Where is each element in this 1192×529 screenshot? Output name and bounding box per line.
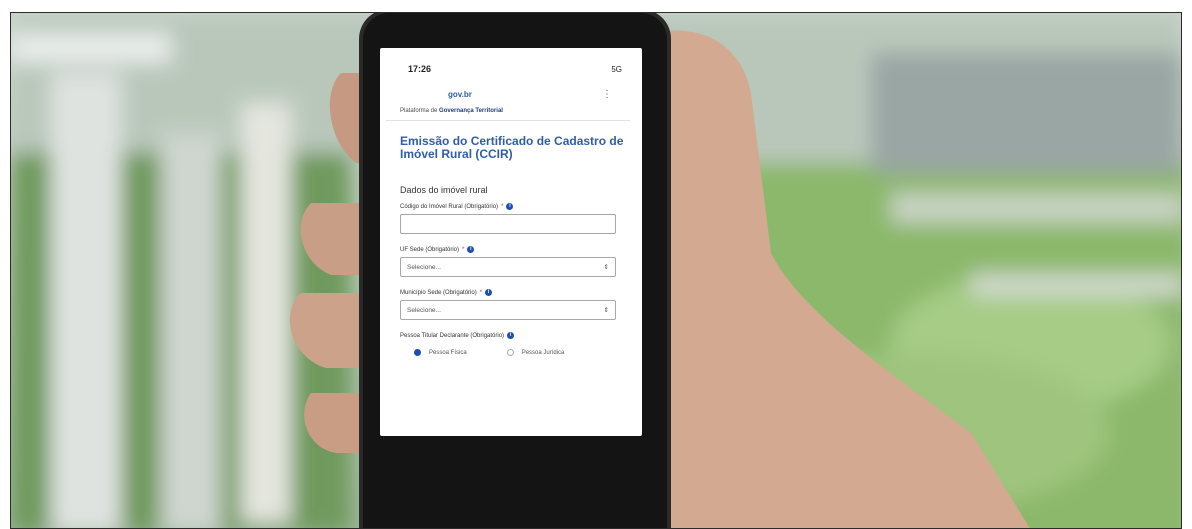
radio-label: Pessoa Jurídica <box>521 349 565 356</box>
select-arrows-icon: ⇕ <box>603 307 609 314</box>
uf-label-text: UF Sede (Obrigatório) <box>400 246 460 253</box>
signal-indicator: 5G <box>611 64 622 74</box>
codigo-input[interactable] <box>400 214 616 234</box>
radio-selected-icon[interactable] <box>414 349 421 356</box>
required-mark: * <box>501 203 504 210</box>
radio-pessoa-juridica[interactable]: Pessoa Jurídica <box>506 349 565 356</box>
section-title: Dados do imóvel rural <box>400 185 488 195</box>
pessoa-label: Pessoa Titular Declarante (Obrigatório) … <box>380 320 642 343</box>
radio-unselected-icon[interactable] <box>506 349 514 356</box>
info-icon[interactable]: i <box>485 289 493 296</box>
platform-name: Governança Territorial <box>439 108 503 114</box>
info-icon[interactable]: i <box>506 203 514 210</box>
radio-pessoa-fisica[interactable]: Pessoa Física <box>414 349 467 356</box>
codigo-label: Código do Imóvel Rural (Obrigatório) * i <box>380 195 642 214</box>
municipio-label-text: Município Sede (Obrigatório) <box>400 289 477 296</box>
info-icon[interactable]: i <box>507 332 515 339</box>
menu-dots-icon[interactable]: ⋮ <box>602 89 612 100</box>
uf-select[interactable]: Selecione... ⇕ <box>400 257 616 277</box>
municipio-label: Município Sede (Obrigatório) * i <box>380 277 642 300</box>
pessoa-label-text: Pessoa Titular Declarante (Obrigatório) <box>400 332 505 339</box>
phone-screen: 17:26 5G gov.br ⋮ Plataforma de Governan… <box>380 48 642 436</box>
pessoa-radio-group: Pessoa Física Pessoa Jurídica <box>380 343 642 356</box>
status-bar: 17:26 5G <box>380 48 642 76</box>
platform-subtitle: Plataforma de Governança Territorial <box>386 102 630 121</box>
govbr-logo[interactable]: gov.br <box>448 90 472 99</box>
info-icon[interactable]: i <box>467 246 475 253</box>
required-mark: * <box>479 289 483 296</box>
select-arrows-icon: ⇕ <box>603 264 609 271</box>
required-mark: * <box>462 246 465 253</box>
radio-label: Pessoa Física <box>429 349 467 356</box>
uf-label: UF Sede (Obrigatório) * i <box>380 234 642 257</box>
platform-prefix: Plataforma de <box>400 108 440 114</box>
municipio-select-value: Selecione... <box>407 306 441 314</box>
app-bar: gov.br ⋮ <box>380 76 642 102</box>
uf-select-value: Selecione... <box>407 263 441 271</box>
page-title: Emissão do Certificado de Cadastro de Im… <box>400 134 624 161</box>
status-time: 17:26 <box>408 64 432 74</box>
municipio-select[interactable]: Selecione... ⇕ <box>400 300 616 320</box>
codigo-label-text: Código do Imóvel Rural (Obrigatório) <box>400 203 499 210</box>
